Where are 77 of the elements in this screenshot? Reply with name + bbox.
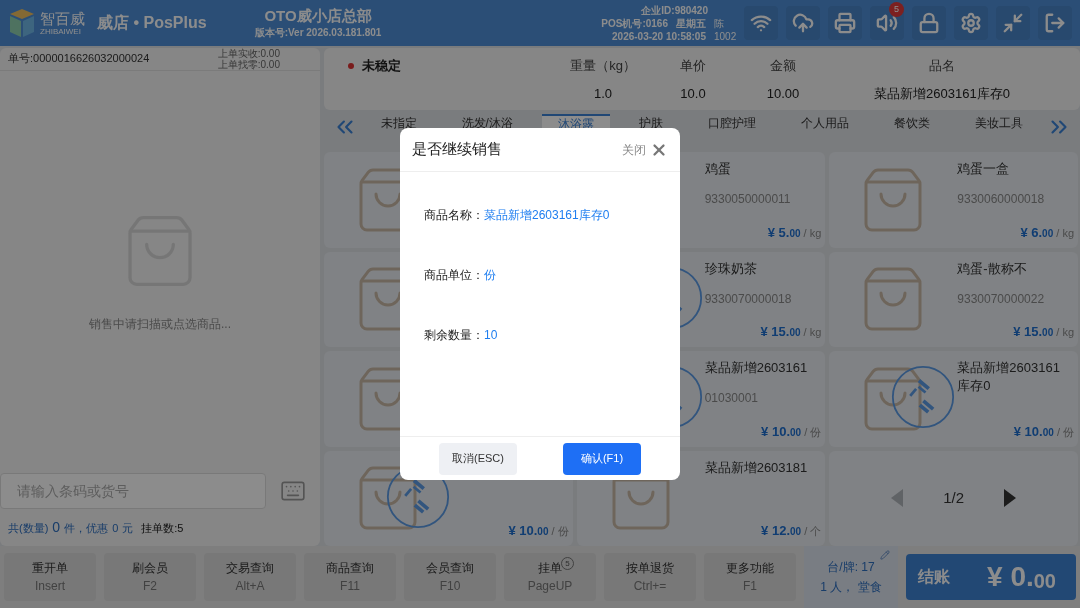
category-tab[interactable]: 个人用品: [785, 114, 866, 132]
weekday: 星期五: [676, 16, 706, 30]
category-tab[interactable]: 未指定: [364, 114, 433, 132]
product-name: 菜品新增2603181: [704, 458, 809, 477]
product-name: 珍珠奶茶: [704, 259, 758, 278]
cloud-upload-icon: [792, 12, 814, 34]
held-orders-count: 挂单数:5: [141, 521, 184, 536]
lock-button[interactable]: [912, 6, 946, 40]
shrink-button[interactable]: [996, 6, 1030, 40]
field-label: 商品名称：: [424, 207, 484, 224]
discount-value: 0: [112, 521, 119, 536]
product-name: 菜品新增2603161库存0: [957, 359, 1061, 395]
column-label: 金额: [770, 57, 796, 75]
logo-text: 智百威: [40, 10, 85, 26]
discount-label: 件，优惠: [64, 521, 109, 536]
column-label: 重量（kg）: [570, 57, 636, 75]
category-tab[interactable]: 洗发/沐浴: [445, 114, 529, 132]
product-name: 鸡蛋-散称不: [957, 259, 1028, 278]
guest-info: 1 人， 堂食: [820, 581, 882, 593]
product-code: 9330060000018: [957, 191, 1046, 208]
logo-icon: [8, 8, 36, 38]
category-tab[interactable]: 口腔护理: [692, 114, 773, 132]
date-time: 2026-03-20 10:58:05: [612, 29, 706, 43]
next-page-icon[interactable]: [1004, 489, 1017, 508]
discount-unit: 元: [122, 521, 134, 536]
exit-button[interactable]: [1038, 6, 1072, 40]
cancel-button[interactable]: 取消(ESC): [439, 442, 517, 475]
category-tab[interactable]: 美妆工具: [959, 114, 1040, 132]
product-code: 9330070000018: [704, 290, 793, 308]
settings-button[interactable]: [954, 6, 988, 40]
lock-icon: [918, 12, 940, 34]
category-tab[interactable]: 餐饮类: [878, 114, 947, 132]
printer-button[interactable]: [828, 6, 862, 40]
order-number: 单号:0000016626032000024: [8, 51, 150, 66]
product-name: 鸡蛋: [704, 160, 732, 178]
product-code: 9330070000022: [957, 290, 1046, 308]
category-tab[interactable]: 护肤: [623, 114, 680, 132]
column-label: 单价: [680, 57, 706, 75]
pos-number: POS机号:0166: [601, 16, 668, 30]
cloud-upload-button[interactable]: [786, 6, 820, 40]
speaker-icon: [876, 12, 898, 34]
edit-icon[interactable]: [880, 550, 890, 560]
field-label: 剩余数量：: [424, 327, 484, 344]
column-value: 1.0: [593, 84, 613, 103]
operator-name: 陈: [714, 16, 725, 30]
column-value: 菜品新增2603161库存0: [874, 84, 1010, 103]
previous-page-icon[interactable]: [891, 489, 904, 508]
quantity-label: 共(数量): [8, 521, 49, 536]
table-number: 台/牌: 17: [827, 561, 875, 573]
quantity-value: 0: [52, 518, 61, 537]
printer-icon: [834, 12, 856, 34]
app-name: 威店 • PosPlus: [97, 13, 207, 33]
field-label: 商品单位：: [424, 267, 484, 284]
wifi-button[interactable]: [744, 6, 778, 40]
version-text: 版本号:Ver 2026.03.181.801: [254, 25, 382, 40]
page-indicator: 1/2: [943, 488, 965, 508]
notification-badge: 5: [889, 2, 904, 17]
store-name: OTO威小店总部: [264, 6, 372, 25]
company-id: 企业ID:980420: [641, 3, 708, 17]
product-name: 菜品新增2603161: [704, 359, 809, 377]
field-value: 10: [484, 327, 498, 344]
column-label: 品名: [929, 57, 955, 75]
column-value: 10.0: [680, 84, 706, 103]
scale-status: 未稳定: [362, 57, 401, 75]
exit-icon: [1044, 12, 1066, 34]
confirm-button[interactable]: 确认(F1): [563, 442, 641, 475]
dialog-title: 是否继续销售: [412, 139, 502, 160]
settings-icon: [960, 12, 982, 34]
checkout-button[interactable]: 结账 ¥ 0.00: [906, 554, 1076, 600]
logo-subtext: ZHIBAIWEI: [40, 27, 82, 36]
stamp-icon: [891, 365, 956, 429]
field-value: 份: [484, 267, 496, 284]
product-code: 01030001: [704, 390, 760, 407]
shrink-icon: [1002, 12, 1024, 34]
wifi-icon: [750, 12, 772, 34]
column-value: 10.00: [766, 84, 800, 103]
product-code: 9330050000011: [704, 191, 792, 208]
